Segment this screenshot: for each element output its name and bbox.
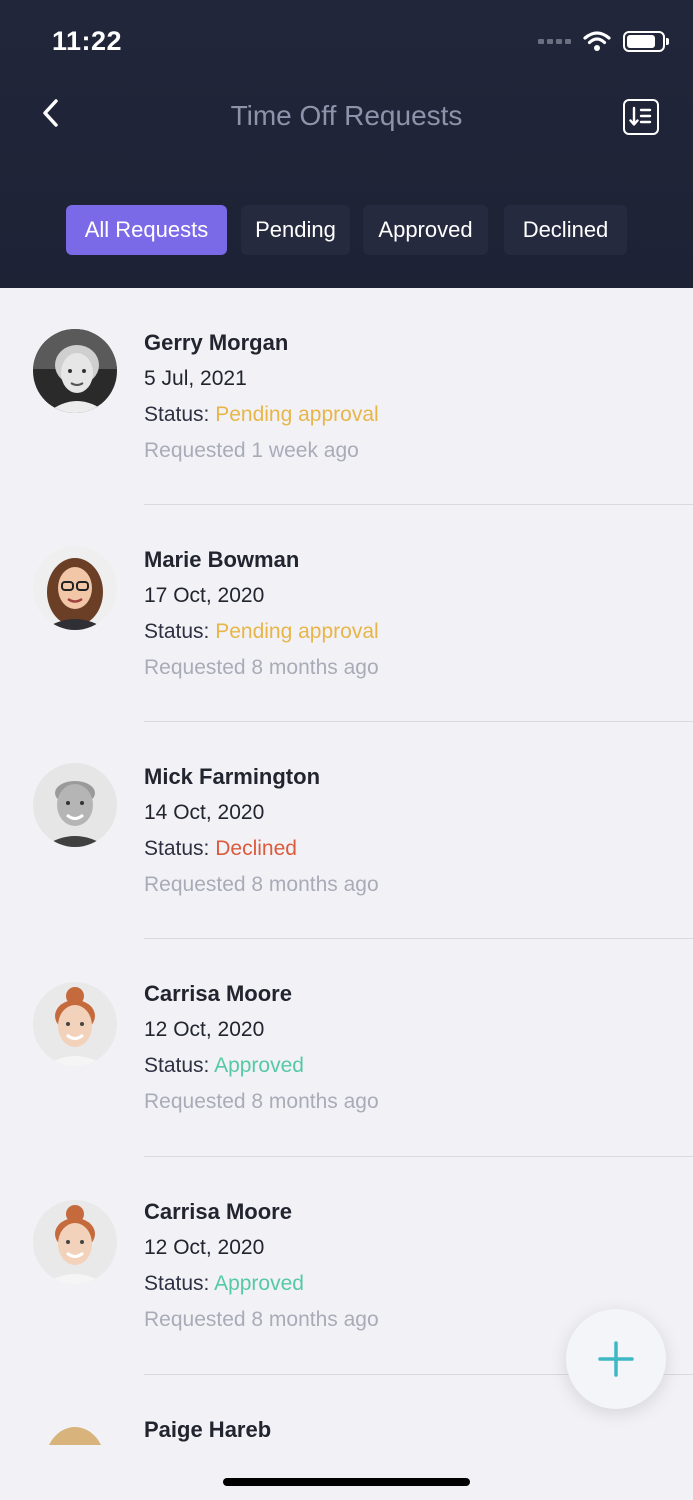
status-value: Pending approval — [215, 403, 379, 426]
header: 11:22 Time Off Requests All Requests Pen… — [0, 0, 693, 288]
battery-icon — [623, 30, 669, 52]
tab-declined[interactable]: Declined — [504, 205, 627, 255]
avatar — [33, 329, 117, 413]
request-info: Paige Hareb — [144, 1415, 271, 1445]
requested-time: Requested 8 months ago — [144, 656, 379, 679]
status-label: Status: — [144, 1054, 210, 1077]
employee-name: Carrisa Moore — [144, 981, 292, 1006]
sort-list-icon — [629, 106, 652, 126]
signal-icon — [538, 38, 571, 44]
employee-name: Paige Hareb — [144, 1417, 272, 1442]
request-date: 12 Oct, 2020 — [144, 1018, 265, 1041]
employee-name: Gerry Morgan — [144, 330, 289, 355]
request-info: Mick Farmington 14 Oct, 2020 Status: Dec… — [144, 762, 379, 906]
status-value: Declined — [215, 837, 297, 860]
status-time: 11:22 — [52, 26, 123, 56]
tab-approved[interactable]: Approved — [363, 205, 488, 255]
status-line: Status: Pending approval — [144, 617, 379, 653]
request-info: Marie Bowman 17 Oct, 2020 Status: Pendin… — [144, 545, 379, 689]
plus-icon — [598, 1341, 634, 1377]
employee-name: Mick Farmington — [144, 764, 321, 789]
status-line: Status: Declined — [144, 834, 379, 870]
sort-button[interactable] — [623, 99, 659, 135]
list-item[interactable]: Marie Bowman 17 Oct, 2020 Status: Pendin… — [0, 505, 693, 722]
request-info: Gerry Morgan 5 Jul, 2021 Status: Pending… — [144, 328, 379, 472]
status-icons — [538, 30, 669, 52]
filter-tabs: All Requests Pending Approved Declined — [0, 205, 693, 255]
status-value: Approved — [214, 1272, 304, 1295]
employee-name: Marie Bowman — [144, 547, 300, 572]
list-item[interactable]: Carrisa Moore 12 Oct, 2020 Status: Appro… — [0, 939, 693, 1157]
request-info: Carrisa Moore 12 Oct, 2020 Status: Appro… — [144, 1197, 379, 1341]
requested-time: Requested 8 months ago — [144, 1308, 379, 1331]
home-indicator — [223, 1478, 470, 1486]
employee-name: Carrisa Moore — [144, 1199, 292, 1224]
requested-time: Requested 8 months ago — [144, 1090, 379, 1113]
request-info: Carrisa Moore 12 Oct, 2020 Status: Appro… — [144, 979, 379, 1123]
request-date: 14 Oct, 2020 — [144, 801, 265, 824]
status-line: Status: Pending approval — [144, 400, 379, 436]
status-line: Status: Approved — [144, 1269, 379, 1305]
request-date: 17 Oct, 2020 — [144, 584, 265, 607]
status-value: Approved — [214, 1054, 304, 1077]
status-label: Status: — [144, 620, 210, 643]
status-value: Pending approval — [215, 620, 379, 643]
wifi-icon — [583, 31, 611, 51]
page-title: Time Off Requests — [230, 100, 463, 131]
status-label: Status: — [144, 837, 210, 860]
avatar — [33, 546, 117, 630]
avatar — [33, 1423, 117, 1445]
status-line: Status: Approved — [144, 1051, 379, 1087]
request-date: 12 Oct, 2020 — [144, 1236, 265, 1259]
avatar — [33, 763, 117, 847]
add-request-button[interactable] — [566, 1309, 666, 1409]
tab-all-requests[interactable]: All Requests — [66, 205, 227, 255]
list-item[interactable]: Mick Farmington 14 Oct, 2020 Status: Dec… — [0, 722, 693, 939]
status-label: Status: — [144, 1272, 210, 1295]
avatar — [33, 1200, 117, 1284]
request-date: 5 Jul, 2021 — [144, 367, 247, 390]
requested-time: Requested 8 months ago — [144, 873, 379, 896]
list-item[interactable]: Gerry Morgan 5 Jul, 2021 Status: Pending… — [0, 288, 693, 505]
status-label: Status: — [144, 403, 210, 426]
avatar — [33, 982, 117, 1066]
tab-pending[interactable]: Pending — [241, 205, 350, 255]
requested-time: Requested 1 week ago — [144, 439, 359, 462]
